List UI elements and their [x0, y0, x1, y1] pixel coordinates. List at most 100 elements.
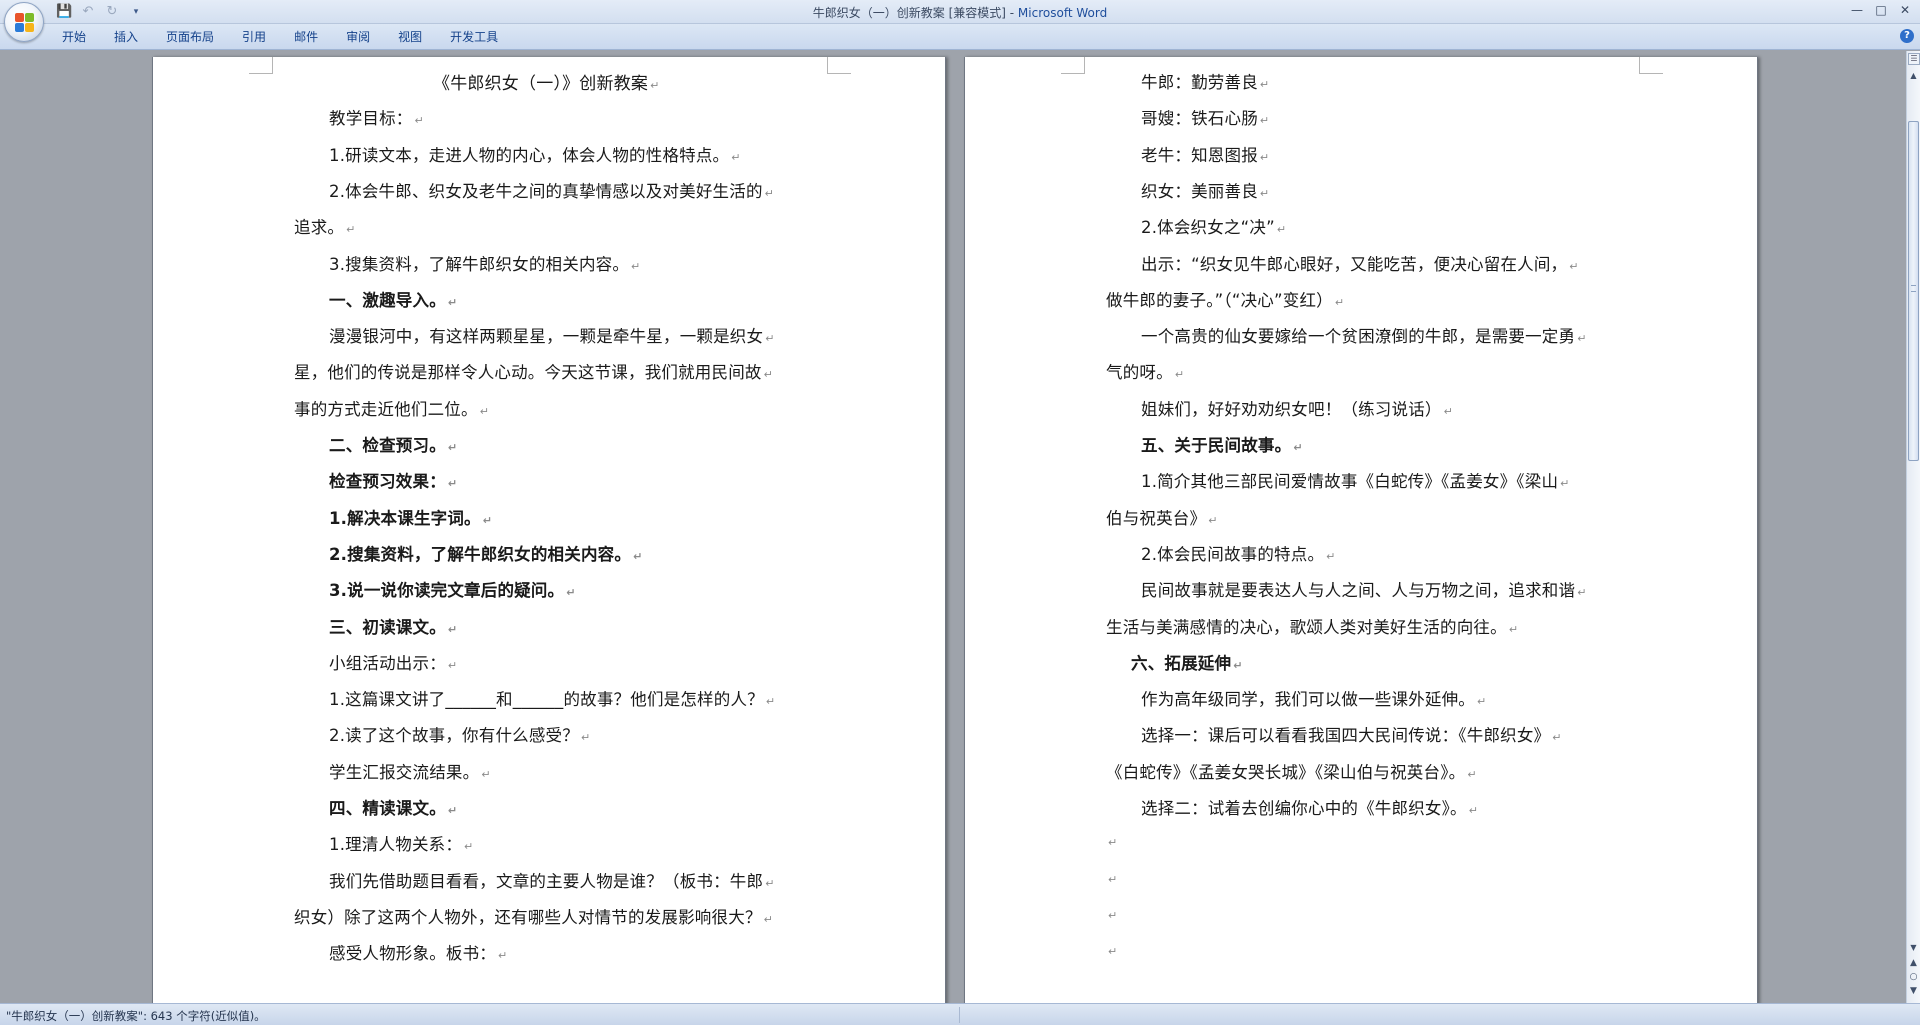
tab-page-layout[interactable]: 页面布局 [152, 29, 228, 45]
help-icon[interactable]: ? [1900, 29, 1914, 43]
status-word-count[interactable]: "牛郎织女（一）创新教案": 643 个字符(近似值)。 [6, 1008, 266, 1024]
document-line[interactable]: 二、检查预习。 ↵ [329, 432, 457, 456]
document-line[interactable]: 我们先借助题目看看，文章的主要人物是谁？（板书：牛郎 ↵ [329, 868, 775, 892]
document-line[interactable]: 教学目标： ↵ [329, 105, 424, 129]
paragraph-mark-icon: ↵ [1468, 804, 1479, 817]
paragraph-mark-icon: ↵ [447, 622, 458, 636]
document-line[interactable]: 老牛：知恩图报 ↵ [1141, 142, 1269, 166]
tab-view[interactable]: 视图 [384, 29, 436, 45]
scroll-down-icon[interactable]: ▼ [1907, 941, 1920, 955]
document-line[interactable]: 选择二：试着去创编你心中的《牛郎织女》。 ↵ [1141, 795, 1478, 819]
document-line[interactable]: 四、精读课文。 ↵ [329, 795, 457, 819]
document-line[interactable]: 姐妹们，好好劝劝织女吧！（练习说话） ↵ [1141, 396, 1453, 420]
document-line[interactable]: 作为高年级同学，我们可以做一些课外延伸。 ↵ [1141, 686, 1486, 710]
previous-page-icon[interactable]: ▲ [1907, 956, 1920, 970]
document-line[interactable]: 牛郎：勤劳善良 ↵ [1141, 69, 1269, 93]
document-line[interactable]: 三、初读课文。 ↵ [329, 614, 457, 638]
document-line[interactable]: 3.说一说你读完文章后的疑问。 ↵ [329, 577, 576, 601]
line-text: 一个高贵的仙女要嫁给一个贫困潦倒的牛郎，是需要一定勇 [1141, 327, 1576, 347]
document-line[interactable]: 1.理清人物关系： ↵ [329, 831, 473, 855]
document-line[interactable]: 1.研读文本，走进人物的内心，体会人物的性格特点。 ↵ [329, 142, 741, 166]
tab-review[interactable]: 审阅 [332, 29, 384, 45]
document-line[interactable]: 民间故事就是要表达人与人之间、人与万物之间，追求和谐 ↵ [1141, 577, 1587, 601]
document-line[interactable]: 2.读了这个故事，你有什么感受？ ↵ [329, 722, 590, 746]
document-line[interactable]: 2.体会织女之“决” ↵ [1141, 214, 1286, 238]
tab-home[interactable]: 开始 [48, 29, 100, 45]
line-text: 做牛郎的妻子。”（“决心”变红） [1106, 290, 1333, 310]
document-line[interactable]: 事的方式走近他们二位。 ↵ [294, 396, 489, 420]
scroll-grip [1911, 285, 1916, 292]
paragraph-mark-icon: ↵ [447, 658, 458, 672]
document-line[interactable]: 选择一：课后可以看看我国四大民间传说：《牛郎织女》 ↵ [1141, 722, 1562, 746]
tab-insert[interactable]: 插入 [100, 29, 152, 45]
document-line[interactable]: 六、拓展延伸 ↵ [1131, 650, 1243, 674]
tab-developer[interactable]: 开发工具 [436, 29, 512, 45]
document-line[interactable]: ↵ [1106, 940, 1117, 959]
document-workspace[interactable]: 《牛郎织女（一）》创新教案 ↵ 教学目标： ↵ 1.研读文本，走进人物的内心，体会人物的… [0, 51, 1906, 1003]
status-separator [959, 1007, 960, 1023]
document-line[interactable]: 一个高贵的仙女要嫁给一个贫困潦倒的牛郎，是需要一定勇 ↵ [1141, 323, 1587, 347]
document-line[interactable]: 生活与美满感情的决心，歌颂人类对美好生活的向往。 ↵ [1106, 614, 1518, 638]
line-text: 《白蛇传》《孟姜女哭长城》《梁山伯与祝英台》。 [1106, 762, 1466, 782]
line-text: 1.理清人物关系： [329, 835, 463, 855]
paragraph-mark-icon: ↵ [464, 840, 474, 854]
document-line[interactable]: 哥嫂：铁石心肠 ↵ [1141, 105, 1269, 129]
maximize-icon[interactable]: □ [1870, 1, 1892, 19]
document-line[interactable]: 1.解决本课生字词。 ↵ [329, 505, 492, 529]
document-line[interactable]: 伯与祝英台》 ↵ [1106, 505, 1218, 529]
document-line[interactable]: ↵ [1106, 904, 1117, 923]
select-browse-object-icon[interactable]: ○ [1907, 970, 1920, 984]
paragraph-mark-icon: ↵ [764, 186, 775, 200]
document-line[interactable]: 《白蛇传》《孟姜女哭长城》《梁山伯与祝英台》。 ↵ [1106, 759, 1477, 783]
document-line[interactable]: 2.搜集资料，了解牛郎织女的相关内容。 ↵ [329, 541, 642, 565]
document-line[interactable]: 3.搜集资料，了解牛郎织女的相关内容。 ↵ [329, 251, 640, 275]
document-line[interactable]: 感受人物形象。板书： ↵ [329, 940, 507, 964]
line-text: 漫漫银河中，有这样两颗星星，一颗是牵牛星，一颗是织女 [329, 327, 764, 347]
paragraph-mark-icon: ↵ [765, 876, 775, 890]
document-line[interactable]: 漫漫银河中，有这样两颗星星，一颗是牵牛星，一颗是织女 ↵ [329, 323, 775, 347]
line-text: 四、精读课文。 [329, 799, 446, 818]
paragraph-mark-icon: ↵ [1259, 186, 1270, 200]
tab-references[interactable]: 引用 [228, 29, 280, 45]
document-line[interactable]: 1.简介其他三部民间爱情故事《白蛇传》《孟姜女》《梁山 ↵ [1141, 468, 1570, 492]
scroll-up-icon[interactable]: ▲ [1907, 69, 1920, 83]
line-text: 伯与祝英台》 [1106, 508, 1207, 528]
line-text: 选择二：试着去创编你心中的《牛郎织女》。 [1141, 799, 1467, 818]
line-text: 牛郎：勤劳善良 [1141, 73, 1258, 92]
document-line[interactable]: ↵ [1106, 831, 1117, 850]
ruler-toggle-icon[interactable]: ☰ [1908, 53, 1920, 65]
paragraph-mark-icon: ↵ [765, 332, 775, 346]
document-line[interactable]: ↵ [1106, 868, 1117, 887]
office-button[interactable] [4, 2, 44, 42]
document-line[interactable]: 气的呀。 ↵ [1106, 359, 1184, 383]
vertical-scrollbar[interactable]: ☰ ▲ ▼ ▲ ○ ▼ [1906, 51, 1920, 1003]
document-line[interactable]: 2.体会民间故事的特点。 ↵ [1141, 541, 1336, 565]
paragraph-mark-icon: ↵ [1569, 259, 1579, 273]
document-line[interactable]: 织女：美丽善良 ↵ [1141, 178, 1269, 202]
document-line[interactable]: 2.体会牛郎、织女及老牛之间的真挚情感以及对美好生活的 ↵ [329, 178, 774, 202]
page-right[interactable]: 牛郎：勤劳善良 ↵ 哥嫂：铁石心肠 ↵ 老牛：知恩图报 ↵ 织女：美丽善良 ↵ 2.体会织女之“… [964, 57, 1758, 1003]
document-line[interactable]: 小组活动出示： ↵ [329, 650, 457, 674]
document-line[interactable]: 一、激趣导入。 ↵ [329, 287, 457, 311]
document-line[interactable]: 出示：“织女见牛郎心眼好，又能吃苦，便决心留在人间， ↵ [1141, 251, 1579, 275]
document-line[interactable]: 检查预习效果： ↵ [329, 468, 457, 492]
next-page-icon[interactable]: ▼ [1907, 984, 1920, 998]
status-bar: "牛郎织女（一）创新教案": 643 个字符(近似值)。 [0, 1003, 1920, 1025]
paragraph-mark-icon: ↵ [1552, 731, 1562, 745]
tab-mailings[interactable]: 邮件 [280, 29, 332, 45]
document-line[interactable]: 五、关于民间故事。 ↵ [1141, 432, 1303, 456]
document-line[interactable]: 追求。 ↵ [294, 214, 356, 238]
document-line[interactable]: 做牛郎的妻子。”（“决心”变红） ↵ [1106, 287, 1344, 311]
paragraph-mark-icon: ↵ [1174, 368, 1185, 382]
document-line[interactable]: 星，他们的传说是那样令人心动。今天这节课，我们就用民间故 ↵ [294, 359, 773, 383]
crop-mark [249, 57, 273, 74]
document-line[interactable]: 织女）除了这两个人物外，还有哪些人对情节的发展影响很大？ ↵ [294, 904, 773, 928]
document-line[interactable]: 1.这篇课文讲了______和______的故事？他们是怎样的人？ ↵ [329, 686, 775, 710]
line-text: 姐妹们，好好劝劝织女吧！（练习说话） [1141, 399, 1442, 419]
page-left[interactable]: 《牛郎织女（一）》创新教案 ↵ 教学目标： ↵ 1.研读文本，走进人物的内心，体会人物的… [152, 57, 946, 1003]
document-line[interactable]: 《牛郎织女（一）》创新教案 ↵ [433, 69, 660, 94]
close-icon[interactable]: ✕ [1894, 1, 1916, 19]
paragraph-mark-icon: ↵ [1108, 908, 1118, 922]
minimize-icon[interactable]: — [1846, 1, 1868, 19]
document-line[interactable]: 学生汇报交流结果。 ↵ [329, 759, 491, 783]
